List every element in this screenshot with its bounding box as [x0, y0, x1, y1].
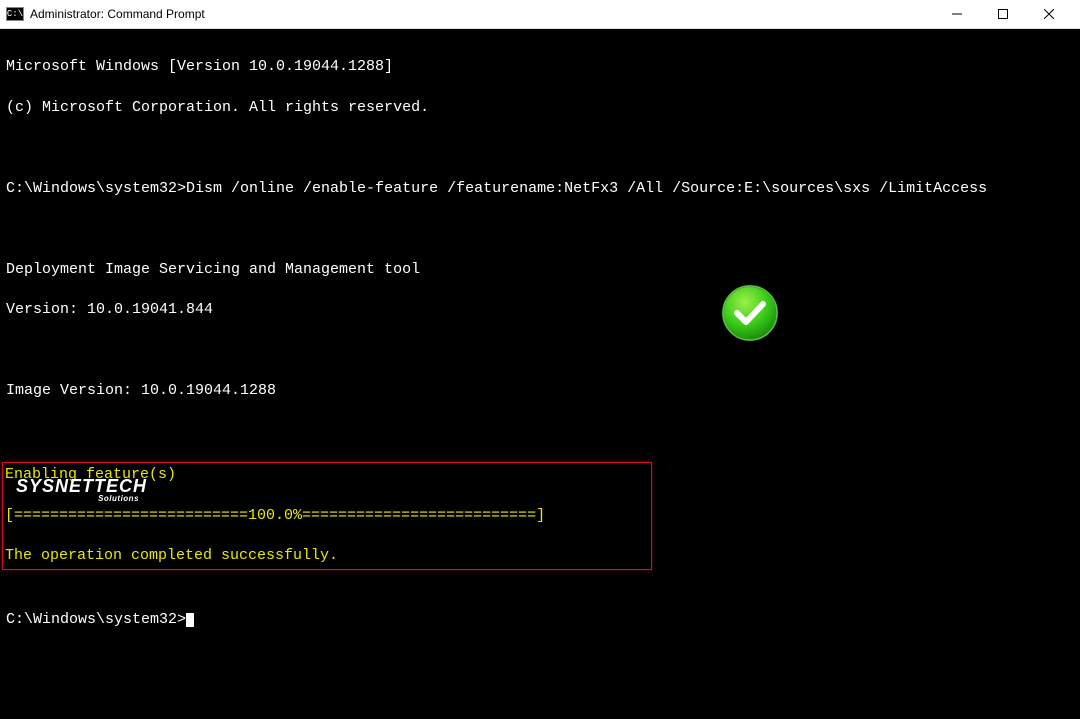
- success-check-icon: [666, 263, 726, 323]
- maximize-button[interactable]: [980, 0, 1026, 28]
- blank-line: [6, 570, 1074, 590]
- minimize-button[interactable]: [934, 0, 980, 28]
- dism-command: Dism /online /enable-feature /featurenam…: [186, 180, 987, 197]
- prompt-line: C:\Windows\system32>: [6, 610, 1074, 630]
- prompt-path: C:\Windows\system32>: [6, 611, 186, 628]
- titlebar[interactable]: C:\ Administrator: Command Prompt: [0, 0, 1080, 29]
- blank-line: [6, 138, 1074, 158]
- terminal-output[interactable]: Microsoft Windows [Version 10.0.19044.12…: [0, 29, 1080, 719]
- copyright-line: (c) Microsoft Corporation. All rights re…: [6, 98, 1074, 118]
- window-controls: [934, 0, 1072, 28]
- version-line: Microsoft Windows [Version 10.0.19044.12…: [6, 57, 1074, 77]
- command-prompt-window: C:\ Administrator: Command Prompt Micros…: [0, 0, 1080, 521]
- progress-bar-line: [==========================100.0%=======…: [5, 506, 647, 526]
- command-line: C:\Windows\system32>Dism /online /enable…: [6, 179, 1074, 199]
- cursor: [186, 613, 194, 627]
- success-line: The operation completed successfully.: [5, 546, 647, 566]
- tool-name-line: Deployment Image Servicing and Managemen…: [6, 260, 1074, 280]
- blank-line: [6, 219, 1074, 239]
- prompt-path: C:\Windows\system32>: [6, 180, 186, 197]
- close-button[interactable]: [1026, 0, 1072, 28]
- blank-line: [6, 341, 1074, 361]
- window-title: Administrator: Command Prompt: [30, 7, 934, 21]
- watermark: SYSNETTECH Solutions: [16, 476, 147, 503]
- image-version-line: Image Version: 10.0.19044.1288: [6, 381, 1074, 401]
- cmd-icon: C:\: [6, 7, 24, 21]
- blank-line: [6, 422, 1074, 442]
- tool-version-line: Version: 10.0.19041.844: [6, 300, 1074, 320]
